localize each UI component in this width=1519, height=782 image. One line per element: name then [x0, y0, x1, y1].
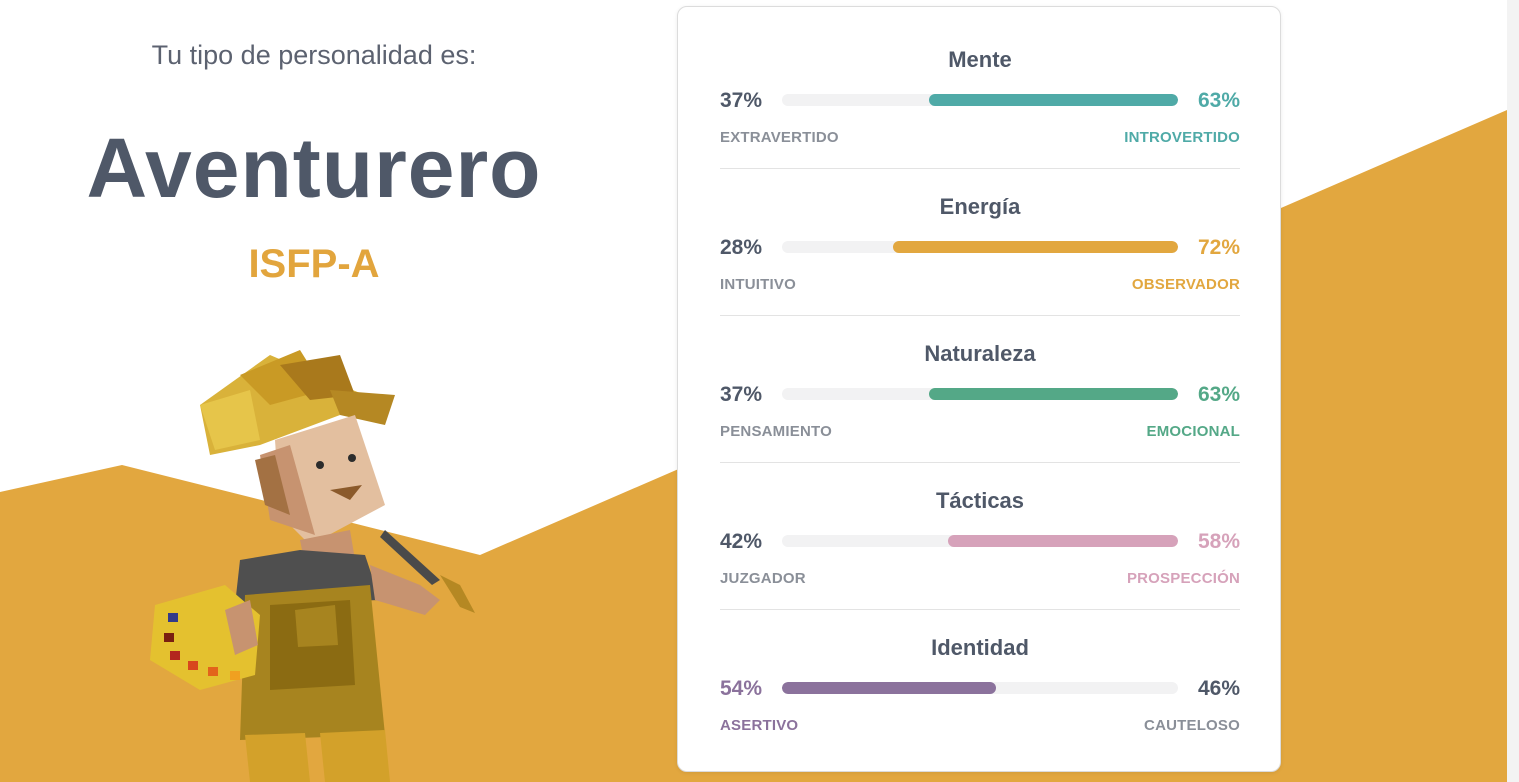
trait-bar-fill — [782, 682, 996, 694]
trait-bar-track — [782, 241, 1178, 253]
trait-left-label: EXTRAVERTIDO — [720, 129, 839, 146]
trait-bar-track — [782, 388, 1178, 400]
trait-left-percent: 28% — [720, 236, 763, 259]
personality-type-code: ISFP-A — [248, 242, 380, 286]
trait-right-label: PROSPECCIÓN — [1126, 570, 1240, 587]
trait-left-label: JUZGADOR — [720, 570, 806, 587]
trait-right-percent: 58% — [1197, 530, 1240, 553]
trait-bar-fill — [929, 388, 1178, 400]
trait-title: Naturaleza — [924, 341, 1036, 366]
trait-5[interactable]: Identidad 54% 46% ASERTIVO CAUTELOSO — [720, 595, 1240, 742]
trait-left-label: INTUITIVO — [720, 276, 796, 293]
trait-1[interactable]: Mente 37% 63% EXTRAVERTIDO INTROVERTIDO — [720, 7, 1240, 169]
trait-title: Energía — [939, 194, 1021, 219]
scrollbar-gutter — [1507, 0, 1519, 782]
trait-right-label: OBSERVADOR — [1131, 276, 1240, 293]
trait-right-percent: 63% — [1197, 383, 1240, 406]
trait-left-label: PENSAMIENTO — [720, 423, 832, 440]
trait-4[interactable]: Tácticas 42% 58% JUZGADOR PROSPECCIÓN — [720, 448, 1240, 610]
trait-title: Tácticas — [935, 488, 1025, 513]
result-subtitle: Tu tipo de personalidad es: — [151, 40, 477, 70]
trait-left-percent: 54% — [720, 677, 763, 700]
trait-title: Identidad — [931, 635, 1029, 660]
trait-right-percent: 72% — [1197, 236, 1240, 259]
trait-bar-track — [782, 682, 1178, 694]
trait-right-label: CAUTELOSO — [1144, 717, 1240, 734]
result-hero: Tu tipo de personalidad es: Aventurero I… — [0, 0, 640, 782]
trait-right-label: INTROVERTIDO — [1124, 129, 1240, 146]
trait-right-percent: 46% — [1197, 677, 1240, 700]
trait-left-percent: 37% — [720, 383, 763, 406]
trait-bar-fill — [929, 94, 1178, 106]
trait-left-label: ASERTIVO — [720, 717, 799, 734]
trait-title: Mente — [948, 47, 1012, 72]
trait-bar-fill — [948, 535, 1178, 547]
trait-left-percent: 37% — [720, 89, 763, 112]
trait-right-percent: 63% — [1197, 89, 1240, 112]
traits-card: Mente 37% 63% EXTRAVERTIDO INTROVERTIDO Energ… — [677, 6, 1281, 772]
personality-type-name: Aventurero — [86, 121, 542, 215]
trait-left-percent: 42% — [720, 530, 763, 553]
trait-3[interactable]: Naturaleza 37% 63% PENSAMIENTO EMOCIONAL — [720, 301, 1240, 463]
trait-bar-fill — [893, 241, 1178, 253]
trait-bar-track — [782, 535, 1178, 547]
trait-right-label: EMOCIONAL — [1146, 423, 1240, 440]
trait-2[interactable]: Energía 28% 72% INTUITIVO OBSERVADOR — [720, 154, 1240, 316]
adventurer-avatar — [150, 350, 475, 782]
trait-bar-track — [782, 94, 1178, 106]
